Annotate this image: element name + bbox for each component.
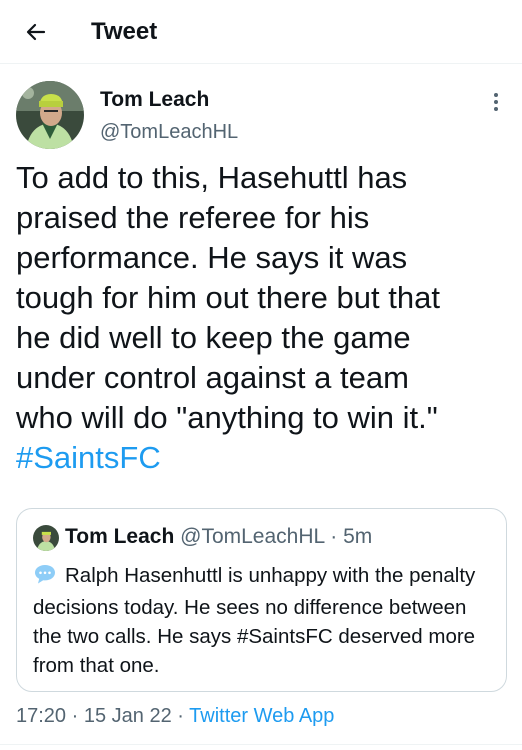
quoted-age: 5m [343,525,373,548]
source-app-link[interactable]: Twitter Web App [189,705,334,727]
back-button[interactable] [18,16,54,48]
tweet-time[interactable]: 17:20 [16,705,66,727]
page-title: Tweet [91,18,158,45]
quoted-separator: · [330,525,338,548]
quoted-header: Tom Leach @TomLeachHL · 5m [65,523,372,551]
divider [0,744,522,745]
quoted-body: Ralph Hasenhuttl is unhappy with the pen… [33,564,476,677]
quoted-author-name: Tom Leach [65,525,175,548]
more-vertical-icon [494,93,498,111]
tweet-body: To add to this, Hasehuttl has praised th… [16,160,440,435]
speech-balloon-icon [33,563,57,593]
tweet-meta: 17:20 · 15 Jan 22 · Twitter Web App [16,702,334,730]
more-options-button[interactable] [484,90,508,114]
tweet-text: To add to this, Hasehuttl has praised th… [16,158,514,478]
top-bar: Tweet [0,0,522,64]
quoted-text: Ralph Hasenhuttl is unhappy with the pen… [33,561,493,680]
quoted-tweet[interactable]: Tom Leach @TomLeachHL · 5m Ralph Hasenhu… [16,508,507,692]
quoted-avatar [33,525,59,551]
quoted-author-handle: @TomLeachHL [180,525,325,548]
author-name[interactable]: Tom Leach [100,86,209,114]
meta-separator-2: · [177,705,184,727]
avatar[interactable] [16,81,84,149]
hashtag-link[interactable]: #SaintsFC [16,440,161,475]
tweet-date[interactable]: 15 Jan 22 [84,705,172,727]
arrow-left-icon [26,23,46,41]
meta-separator: · [71,705,79,727]
author-handle[interactable]: @TomLeachHL [100,118,238,146]
